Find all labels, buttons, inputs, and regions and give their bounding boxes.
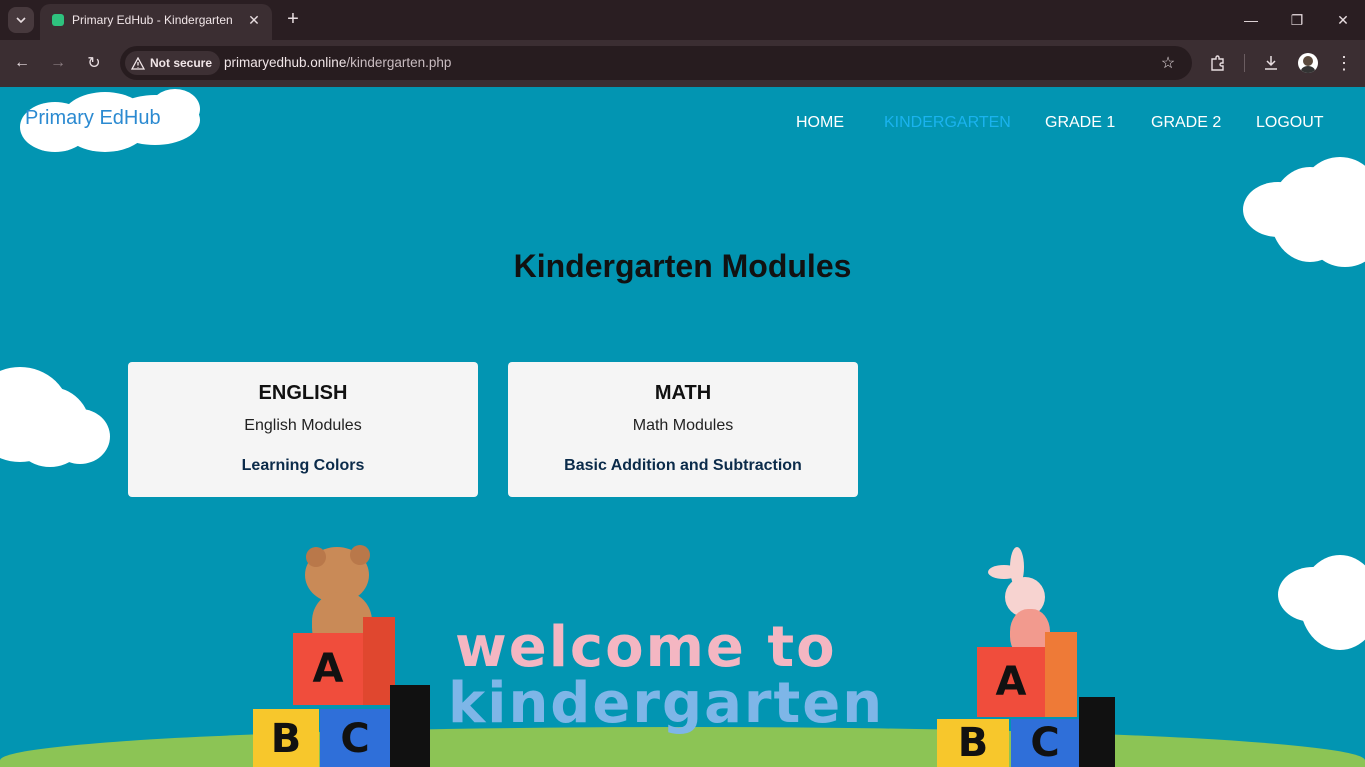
minimize-icon[interactable]: — xyxy=(1239,8,1263,32)
bookmark-star-icon[interactable]: ☆ xyxy=(1158,53,1178,73)
browser-tab-active[interactable]: Primary EdHub - Kindergarten ✕ xyxy=(40,4,272,40)
avatar-icon xyxy=(1298,53,1318,73)
site-brand[interactable]: Primary EdHub xyxy=(25,107,161,130)
block-b-right: B xyxy=(937,719,1009,767)
page-content: Primary EdHub HOME KINDERGARTEN GRADE 1 … xyxy=(0,87,1365,767)
close-window-icon[interactable]: ✕ xyxy=(1331,8,1355,32)
site-favicon-icon xyxy=(52,14,64,26)
block-side xyxy=(1045,632,1077,717)
nav-kindergarten[interactable]: KINDERGARTEN xyxy=(884,114,1011,132)
chevron-down-icon xyxy=(16,17,26,23)
profile-avatar[interactable] xyxy=(1297,52,1319,74)
url-path: /kindergarten.php xyxy=(346,55,452,70)
browser-tab-bar: Primary EdHub - Kindergarten ✕ + — ❐ ✕ xyxy=(0,0,1365,40)
warning-icon xyxy=(131,56,145,70)
nav-grade-2[interactable]: GRADE 2 xyxy=(1151,114,1221,132)
close-tab-icon[interactable]: ✕ xyxy=(244,10,264,30)
toolbar-divider xyxy=(1244,54,1245,72)
block-c-left: C xyxy=(320,709,390,767)
card-subtitle: Math Modules xyxy=(632,417,734,434)
more-menu-icon[interactable]: ⋮ xyxy=(1333,52,1355,74)
tab-title: Primary EdHub - Kindergarten xyxy=(72,13,233,27)
url-text[interactable]: primaryedhub.online/kindergarten.php xyxy=(224,55,451,70)
module-card-math: MATH Math Modules Basic Addition and Sub… xyxy=(508,362,858,497)
url-host: primaryedhub.online xyxy=(224,55,347,70)
tab-search-button[interactable] xyxy=(8,7,34,33)
browser-toolbar: ← → ↻ Not secure primaryedhub.online/kin… xyxy=(0,40,1365,87)
forward-arrow-icon[interactable]: → xyxy=(46,51,70,75)
back-arrow-icon[interactable]: ← xyxy=(10,51,34,75)
block-side-dark xyxy=(390,685,430,767)
card-subtitle: English Modules xyxy=(244,417,362,434)
nav-grade-1[interactable]: GRADE 1 xyxy=(1045,114,1115,132)
security-label: Not secure xyxy=(150,56,213,70)
address-bar[interactable]: Not secure primaryedhub.online/kindergar… xyxy=(120,46,1192,80)
nav-home[interactable]: HOME xyxy=(796,114,844,132)
security-chip[interactable]: Not secure xyxy=(125,51,221,75)
nav-logout[interactable]: LOGOUT xyxy=(1256,114,1324,132)
block-b-left: B xyxy=(253,709,319,767)
block-c-right: C xyxy=(1011,719,1079,767)
block-side-dark xyxy=(1079,697,1115,767)
download-icon[interactable] xyxy=(1260,52,1282,74)
welcome-banner-line2: kindergarten xyxy=(448,671,885,736)
card-title: MATH xyxy=(654,382,712,404)
new-tab-icon[interactable]: + xyxy=(282,8,304,30)
module-link-learning-colors[interactable]: Learning Colors xyxy=(128,457,478,475)
module-link-addition-subtraction[interactable]: Basic Addition and Subtraction xyxy=(508,457,858,475)
page-title: Kindergarten Modules xyxy=(513,248,852,284)
restore-icon[interactable]: ❐ xyxy=(1285,8,1309,32)
block-a-right: A xyxy=(977,647,1045,717)
module-card-english: ENGLISH English Modules Learning Colors xyxy=(128,362,478,497)
reload-icon[interactable]: ↻ xyxy=(82,51,106,75)
block-a-left: A xyxy=(293,633,363,705)
extensions-icon[interactable] xyxy=(1207,52,1229,74)
card-title: ENGLISH xyxy=(258,382,348,404)
